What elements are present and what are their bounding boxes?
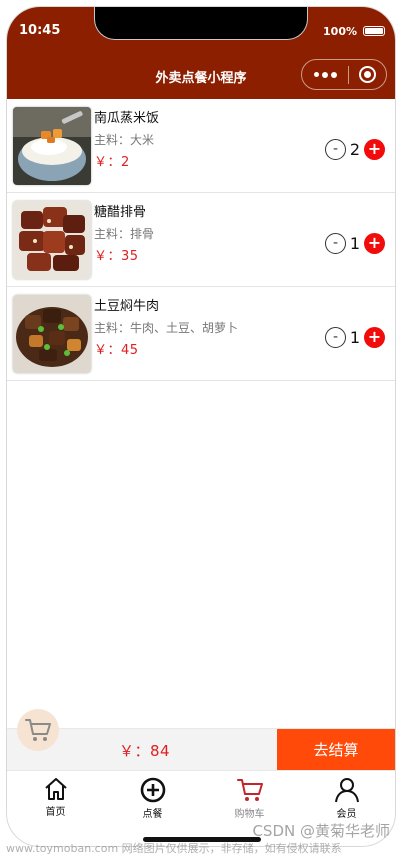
tab-home[interactable]: 首页 (7, 771, 104, 826)
food-image-sweet-sour-ribs (13, 201, 91, 279)
quantity-value: 1 (349, 328, 361, 347)
watermark: CSDN @黄菊华老师 (252, 822, 390, 840)
list-item[interactable]: 糖醋排骨 主料：排骨 ￥：35 - 1 + (7, 193, 395, 287)
floating-cart-button[interactable] (17, 709, 59, 751)
notch (95, 7, 307, 39)
more-icon[interactable] (314, 71, 337, 78)
plus-circle-icon (140, 777, 165, 803)
food-image-pumpkin-rice (13, 107, 91, 185)
tab-label: 点餐 (142, 809, 163, 820)
list-item[interactable]: 南瓜蒸米饭 主料：大米 ￥：2 - 2 + (7, 99, 395, 193)
quantity-stepper: - 1 + (325, 327, 385, 348)
item-price: ￥：35 (94, 249, 139, 264)
increase-button[interactable]: + (364, 139, 385, 160)
item-price: ￥：2 (94, 155, 130, 170)
item-ingredients: 主料：大米 (94, 133, 155, 147)
header: 10:45 100% 外卖点餐小程序 (7, 7, 395, 99)
capsule-divider (347, 65, 349, 84)
increase-button[interactable]: + (364, 327, 385, 348)
tab-member[interactable]: 会员 (298, 771, 395, 826)
decrease-button[interactable]: - (325, 233, 346, 254)
person-icon (334, 778, 359, 803)
quantity-value: 2 (349, 140, 361, 159)
tab-label: 首页 (45, 807, 66, 818)
food-image-beef-potato (13, 295, 91, 373)
tab-label: 会员 (336, 809, 357, 820)
tab-order[interactable]: 点餐 (104, 771, 201, 826)
checkout-bar: ￥：84 去结算 (7, 728, 395, 771)
increase-button[interactable]: + (364, 233, 385, 254)
item-price: ￥：45 (94, 343, 139, 358)
cart-icon (25, 719, 51, 741)
total-price: ￥：84 (119, 742, 171, 760)
tab-bar: 首页 点餐 购物车 会员 (7, 770, 395, 826)
home-icon (44, 778, 67, 800)
quantity-stepper: - 1 + (325, 233, 385, 254)
close-mini-program-icon[interactable] (359, 66, 376, 83)
food-list: 南瓜蒸米饭 主料：大米 ￥：2 - 2 + 糖醋排骨 主料：排骨 ￥：35 - … (7, 99, 395, 381)
decrease-button[interactable]: - (325, 139, 346, 160)
item-ingredients: 主料：排骨 (94, 227, 155, 241)
item-ingredients: 主料：牛肉、土豆、胡萝卜 (94, 321, 239, 335)
footer-note: www.toymoban.com 网络图片仅供展示，非存储，如有侵权请联系 (6, 842, 342, 855)
tab-label: 购物车 (234, 809, 265, 820)
decrease-button[interactable]: - (325, 327, 346, 348)
phone-frame: 10:45 100% 外卖点餐小程序 南瓜蒸米饭 主料：大米 ￥：2 - 2 +… (6, 6, 396, 847)
status-time: 10:45 (19, 23, 61, 38)
quantity-value: 1 (349, 234, 361, 253)
battery-percent: 100% (323, 25, 357, 38)
item-name: 南瓜蒸米饭 (94, 111, 160, 126)
checkout-button[interactable]: 去结算 (277, 729, 395, 771)
capsule-menu[interactable] (301, 59, 387, 90)
cart-icon (236, 779, 263, 801)
battery-icon (363, 26, 385, 36)
list-item[interactable]: 土豆焖牛肉 主料：牛肉、土豆、胡萝卜 ￥：45 - 1 + (7, 287, 395, 381)
quantity-stepper: - 2 + (325, 139, 385, 160)
item-name: 糖醋排骨 (94, 205, 147, 220)
item-name: 土豆焖牛肉 (94, 299, 160, 314)
tab-cart[interactable]: 购物车 (201, 771, 298, 826)
